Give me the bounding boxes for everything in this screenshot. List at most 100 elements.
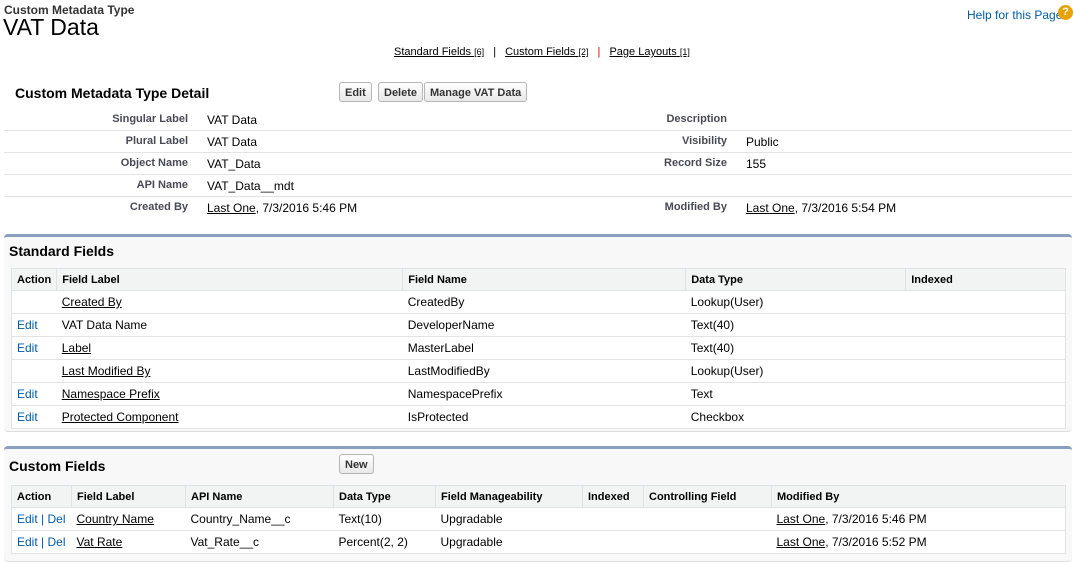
field-label-link[interactable]: Last Modified By — [62, 364, 151, 378]
field-label-link[interactable]: Created By — [62, 295, 122, 309]
table-header: Action Field Label Field Name Data Type Inde… — [10, 268, 1066, 291]
table-row: Edit | Del Vat Rate Vat_Rate__c Percent(2, … — [11, 530, 1066, 554]
column-header: Data Type — [685, 268, 907, 291]
field-label-link[interactable]: Label — [62, 341, 91, 355]
data-type-cell: Text — [685, 382, 906, 406]
field-value: VAT Data — [207, 113, 258, 127]
help-link[interactable]: Help for this Page — [967, 8, 1062, 22]
table-row: Last Modified By LastModifiedBy Lookup(Use… — [11, 359, 1066, 383]
delete-button[interactable]: Delete — [378, 82, 424, 102]
field-label-cell: Last Modified By — [56, 359, 403, 383]
edit-link[interactable]: Edit — [17, 512, 38, 526]
data-type-cell: Checkbox — [685, 405, 906, 429]
section-title: Standard Fields — [9, 243, 115, 259]
column-header: Field Label — [71, 485, 186, 508]
data-type-cell: Text(10) — [333, 507, 436, 531]
field-label-cell: Created By — [56, 290, 403, 314]
field-label-link[interactable]: Vat Rate — [77, 535, 123, 549]
modified-by-cell: Last One, 7/3/2016 5:46 PM — [771, 507, 1066, 531]
edit-button[interactable]: Edit — [339, 82, 372, 102]
user-link[interactable]: Last One — [207, 201, 256, 215]
field-value: Last One, 7/3/2016 5:54 PM — [746, 201, 896, 215]
column-header: Controlling Field — [643, 485, 772, 508]
indexed-cell — [582, 507, 644, 531]
separator: | — [37, 512, 48, 526]
date: , 7/3/2016 5:46 PM — [255, 201, 358, 215]
data-type-cell: Lookup(User) — [685, 290, 906, 314]
page-layouts-link[interactable]: Page Layouts [1] — [609, 46, 689, 58]
field-name-cell: NamespacePrefix — [402, 382, 686, 406]
date: , 7/3/2016 5:46 PM — [825, 512, 927, 526]
field-name-cell: LastModifiedBy — [402, 359, 686, 383]
detail-row: Plural Label VAT Data Visibility Public — [4, 131, 1072, 153]
manage-vat-data-button[interactable]: Manage VAT Data — [424, 82, 528, 102]
new-field-button[interactable]: New — [339, 454, 374, 474]
field-name-cell: CreatedBy — [402, 290, 686, 314]
field-label-cell: Namespace Prefix — [56, 382, 403, 406]
column-header: Field Label — [56, 268, 404, 291]
field-label-link[interactable]: Protected Component — [62, 410, 179, 424]
table-row: Edit Protected Component IsProtected Checkb… — [11, 405, 1066, 429]
column-header: Indexed — [905, 268, 1066, 291]
table-row: Edit Namespace Prefix NamespacePrefix Text — [11, 382, 1066, 406]
edit-link[interactable]: Edit — [17, 387, 38, 401]
field-value: VAT_Data — [207, 157, 261, 171]
delete-link[interactable]: Del — [47, 535, 65, 549]
column-header: Modified By — [771, 485, 1066, 508]
link-count: [1] — [679, 47, 690, 57]
field-name-cell: DeveloperName — [402, 313, 686, 337]
edit-link[interactable]: Edit — [17, 318, 38, 332]
action-cell: Edit — [11, 336, 57, 360]
edit-link[interactable]: Edit — [17, 341, 38, 355]
detail-row: API Name VAT_Data__mdt — [4, 175, 1072, 197]
table-row: Edit Label MasterLabel Text(40) — [11, 336, 1066, 360]
separator: | — [37, 535, 48, 549]
column-header: Field Name — [402, 268, 687, 291]
user-link[interactable]: Last One — [777, 512, 826, 526]
field-value: VAT_Data__mdt — [207, 179, 294, 193]
field-label: Created By — [129, 201, 188, 213]
column-header: Data Type — [333, 485, 436, 508]
indexed-cell — [905, 405, 1066, 429]
user-link[interactable]: Last One — [746, 201, 795, 215]
table-header: Action Field Label API Name Data Type Field … — [11, 485, 1066, 508]
field-label: Singular Label — [112, 113, 188, 125]
link-label: Custom Fields — [505, 46, 576, 58]
field-name-cell: IsProtected — [402, 405, 686, 429]
modified-by-cell: Last One, 7/3/2016 5:52 PM — [771, 530, 1066, 554]
user-link[interactable]: Last One — [777, 535, 826, 549]
detail-title: Custom Metadata Type Detail — [15, 85, 210, 101]
related-links: Standard Fields [6] | Custom Fields [2] … — [394, 46, 690, 58]
custom-fields-link[interactable]: Custom Fields [2] — [505, 46, 588, 58]
field-label-link[interactable]: Country Name — [77, 512, 154, 526]
indexed-cell — [905, 313, 1066, 337]
link-label: Page Layouts — [609, 46, 677, 58]
field-value: Public — [746, 135, 779, 149]
standard-fields-section: Standard Fields Action Field Label Field N… — [4, 234, 1072, 432]
field-label-cell: Country Name — [71, 507, 186, 531]
link-count: [2] — [578, 47, 589, 57]
detail-row: Singular Label VAT Data Description — [4, 109, 1072, 131]
field-label: Visibility — [681, 135, 727, 147]
action-cell — [11, 359, 57, 383]
table-row: Edit VAT Data Name DeveloperName Text(40) — [11, 313, 1066, 337]
column-header: Indexed — [582, 485, 644, 508]
action-cell: Edit — [11, 313, 57, 337]
table-row: Created By CreatedBy Lookup(User) — [11, 290, 1066, 314]
standard-fields-link[interactable]: Standard Fields [6] — [394, 46, 484, 58]
indexed-cell — [582, 530, 644, 554]
field-label-cell: Label — [56, 336, 403, 360]
edit-link[interactable]: Edit — [17, 410, 38, 424]
custom-fields-section: Custom Fields New Action Field Label API N… — [4, 446, 1072, 562]
question-icon[interactable]: ? — [1058, 5, 1073, 20]
field-label-link[interactable]: Namespace Prefix — [62, 387, 160, 401]
delete-link[interactable]: Del — [47, 512, 65, 526]
api-name-cell: Country_Name__c — [185, 507, 334, 531]
action-cell: Edit | Del — [11, 507, 72, 531]
data-type-cell: Percent(2, 2) — [333, 530, 436, 554]
data-type-cell: Lookup(User) — [685, 359, 906, 383]
field-value: Last One, 7/3/2016 5:46 PM — [207, 201, 357, 215]
field-value: 155 — [746, 157, 767, 171]
edit-link[interactable]: Edit — [17, 535, 38, 549]
action-cell: Edit | Del — [11, 530, 72, 554]
